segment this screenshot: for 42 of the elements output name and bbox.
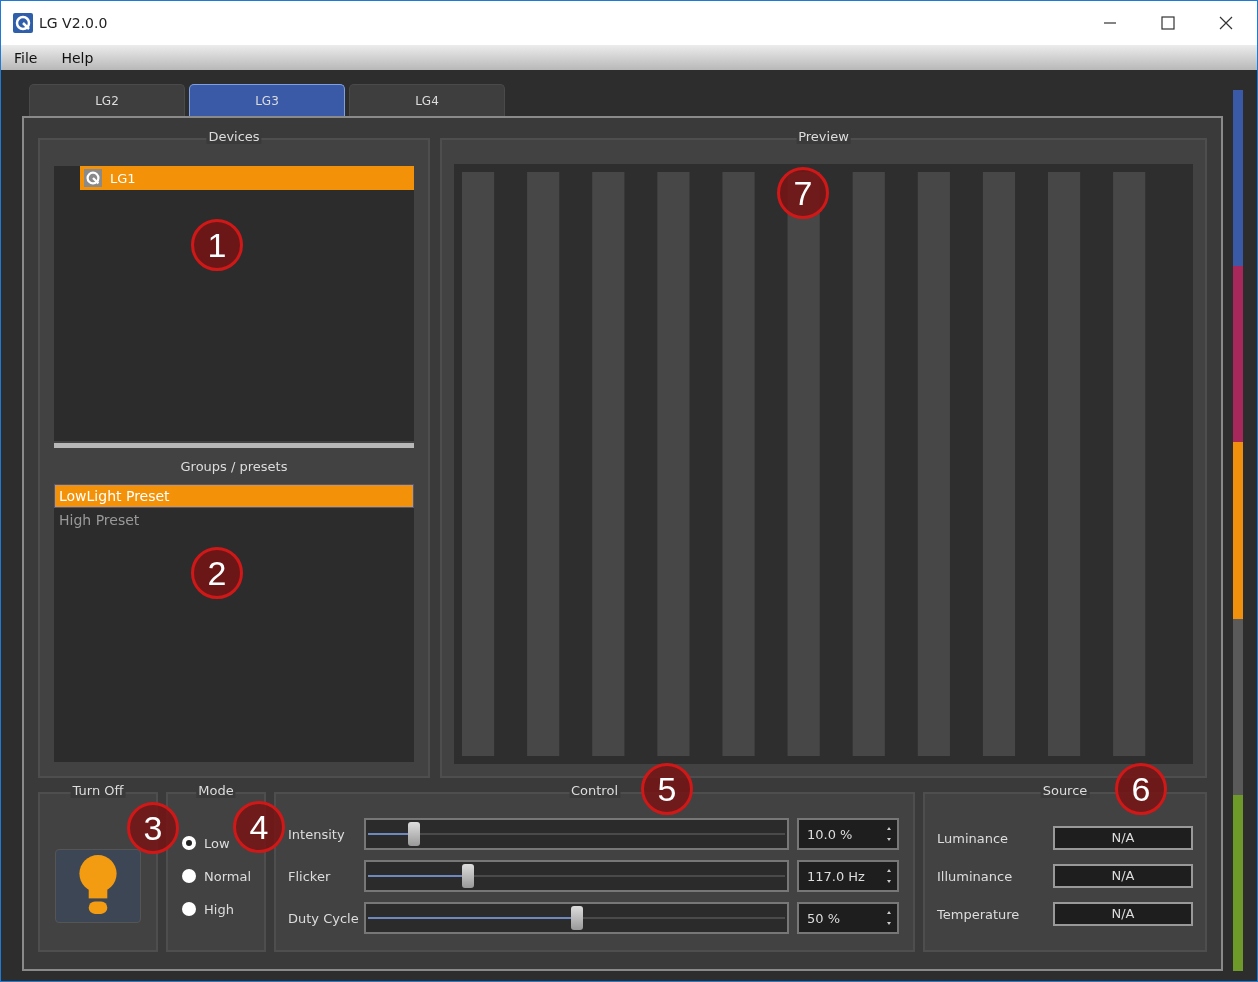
readout-field: N/A [1053,902,1193,926]
spin-box[interactable]: 117.0 Hz [797,860,899,892]
radio-button[interactable] [182,869,196,883]
readout-field: N/A [1053,826,1193,850]
group-title: Control [569,783,620,798]
slider-thumb[interactable] [407,822,420,846]
control-label: Duty Cycle [288,910,356,926]
light-toggle-button[interactable] [55,849,141,923]
group-title: Mode [196,783,236,798]
slider-thumb[interactable] [462,864,475,888]
splitter-handle[interactable] [54,443,414,448]
device-logo-icon [84,169,102,187]
source-label: Luminance [937,830,1009,846]
source-label: Illuminance [937,868,1013,884]
group-title: Groups / presets [179,458,289,476]
radio-button[interactable] [182,902,196,916]
source-label: Temperature [937,906,1020,922]
control-label: Intensity [288,826,346,842]
group-title: Source [1040,783,1090,798]
readout-field: N/A [1053,864,1193,888]
app-logo-icon [13,13,33,33]
maximize-icon[interactable] [1161,16,1175,30]
close-icon[interactable] [1219,16,1233,30]
radio-label: Normal [204,868,252,884]
lightbulb-icon [77,855,119,917]
slider-thumb[interactable] [570,906,583,930]
tab[interactable]: LG3 [189,84,345,116]
group-title: Preview [796,129,851,144]
preset-item[interactable]: High Preset [54,508,414,532]
tab[interactable]: LG4 [349,84,505,116]
menu-item[interactable]: Help [61,49,94,66]
spin-box[interactable]: 10.0 % [797,818,899,850]
menu-item[interactable]: File [14,49,38,66]
radio-label: Low [204,835,230,851]
control-label: Flicker [288,868,332,884]
spin-box[interactable]: 50 % [797,902,899,934]
radio-label: High [204,901,234,917]
group-title: Turn Off [70,783,126,798]
window-title: LG V2.0.0 [39,15,108,31]
tab[interactable]: LG2 [29,84,185,116]
radio-button[interactable] [182,836,196,850]
group-title: Devices [206,129,262,144]
